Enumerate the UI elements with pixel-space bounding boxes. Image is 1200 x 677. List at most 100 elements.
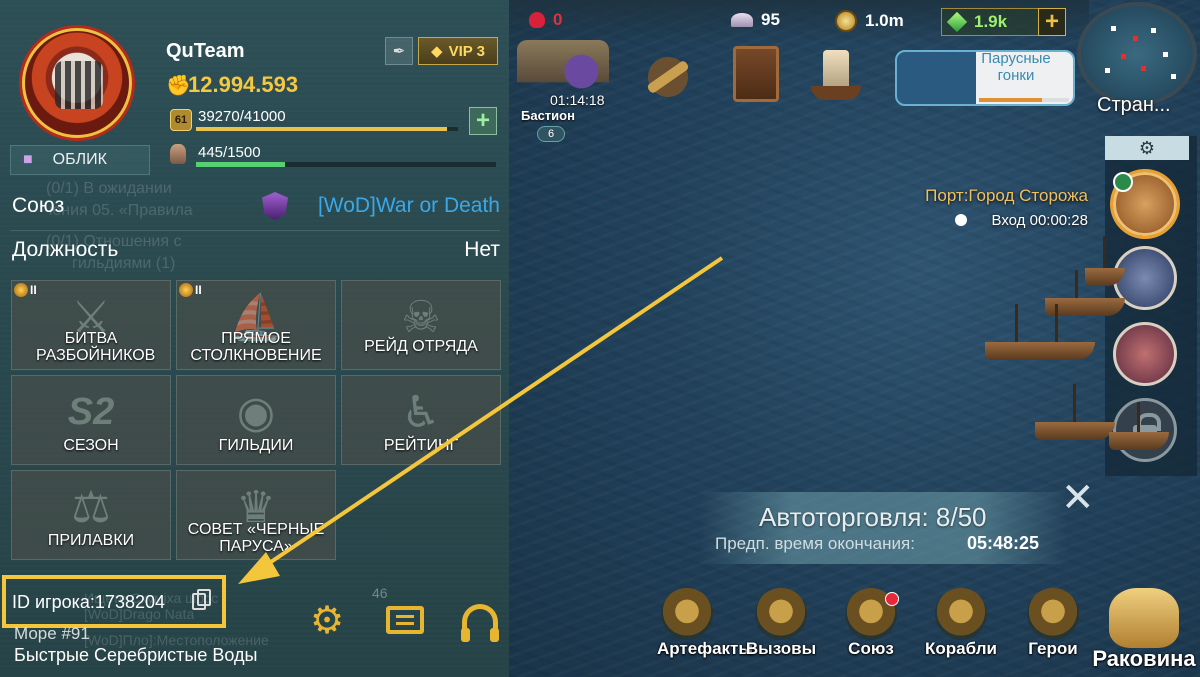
tile-guilds[interactable]: ◉ ГИЛЬДИИ — [176, 375, 336, 465]
tile-head-on-collision[interactable]: II ⛵ ПРЯМОЕ СТОЛКНОВЕНИЕ — [176, 280, 336, 370]
add-xp-button[interactable]: + — [469, 107, 497, 135]
clock-icon — [955, 214, 967, 226]
dock-heroes-button[interactable]: Герои — [1017, 588, 1089, 670]
port-name[interactable]: Порт:Город Сторожа — [925, 186, 1088, 206]
crew-icon — [170, 144, 186, 164]
tier-label: II — [30, 283, 37, 297]
ship[interactable] — [1085, 236, 1125, 286]
dock-label: Корабли — [925, 639, 997, 658]
dock-label: Артефакты — [657, 639, 753, 658]
autotrade-title: Автоторговля: 8/50 — [759, 502, 987, 532]
minimap-marker — [1163, 52, 1168, 57]
player-name: QuTeam — [166, 40, 245, 62]
crew-bar — [196, 162, 496, 167]
flag-icon — [1113, 172, 1133, 192]
minimap-marker — [1141, 66, 1146, 71]
minimap-marker — [1121, 54, 1126, 59]
compass-icon — [661, 588, 713, 640]
regatta-progress — [979, 98, 1069, 102]
skull-counter: 0 — [529, 10, 562, 30]
skull-value: 0 — [553, 10, 563, 29]
bastion-timer: 01:14:18 — [550, 92, 605, 108]
cannon-event-icon[interactable] — [637, 46, 699, 108]
xp-bar-fill — [196, 127, 447, 131]
dock-artifacts-button[interactable]: Артефакты — [651, 588, 753, 670]
fleet-settings-gear-icon[interactable]: ⚙ — [1105, 136, 1189, 160]
guild-icon: ◉ — [236, 387, 276, 437]
dock-challenges-button[interactable]: Вызовы — [745, 588, 817, 670]
dock-shells-button[interactable]: Раковина — [1089, 588, 1199, 670]
tile-label: БИТВА РАЗБОЙНИКОВ — [36, 330, 156, 364]
notice-board-icon[interactable] — [383, 598, 427, 642]
ship[interactable] — [985, 300, 1095, 360]
dock-label: Раковина — [1092, 646, 1196, 671]
port-entry-timer: Вход 00:00:28 — [991, 212, 1089, 229]
level-badge: 61 — [170, 109, 192, 131]
coin-value: 1.0m — [865, 11, 904, 30]
background-task-text: чения 05. «Правила — [44, 202, 193, 219]
minimap-marker — [1105, 68, 1110, 73]
close-icon[interactable]: ✕ — [1061, 478, 1095, 518]
skin-button[interactable]: ■ ОБЛИК — [10, 145, 150, 175]
notification-dot — [885, 592, 899, 606]
minimap-label: Стран... — [1097, 94, 1171, 116]
coin-icon — [835, 10, 857, 32]
copy-icon[interactable] — [192, 589, 211, 610]
avatar[interactable] — [22, 28, 132, 138]
vip-label: VIP 3 — [448, 42, 485, 60]
tile-season[interactable]: S2 СЕЗОН — [11, 375, 171, 465]
tile-label: ГИЛЬДИИ — [218, 437, 294, 454]
gem-value: 1.9k — [974, 12, 1008, 31]
location-name: Быстрые Серебристые Воды — [14, 645, 258, 665]
bastion-name: Бастион — [521, 108, 575, 123]
coin-counter[interactable]: 1.0m — [835, 10, 904, 32]
trophy-icon: ♿ — [401, 387, 441, 437]
gear-icon[interactable]: ⚙ — [305, 598, 349, 642]
sea-map[interactable]: 0 95 1.0m 1.9k + Стран... 01:14:18 Басти… — [509, 0, 1200, 677]
tile-label: СЕЗОН — [63, 437, 119, 454]
bastion-level: 6 — [537, 126, 565, 142]
shell-icon — [1109, 588, 1179, 648]
tile-bandit-battle[interactable]: II ⚔ БИТВА РАЗБОЙНИКОВ — [11, 280, 171, 370]
tile-label: ПРИЛАВКИ — [47, 532, 135, 549]
tile-black-sails-council[interactable]: ♛ СОВЕТ «ЧЕРНЫЕ ПАРУСА» — [176, 470, 336, 560]
alliance-emblem-icon — [262, 192, 288, 220]
ship[interactable] — [1035, 380, 1115, 440]
profile-panel: (0/1) В ожидании чения 05. «Правила (0/1… — [0, 0, 509, 677]
minimap[interactable] — [1077, 2, 1197, 106]
tile-stalls[interactable]: ⚖ ПРИЛАВКИ — [11, 470, 171, 560]
minimap-marker — [1151, 28, 1156, 33]
vip-badge[interactable]: ◆ VIP 3 — [418, 37, 498, 65]
alliance-label: Союз — [12, 194, 65, 217]
tile-label: ПРЯМОЕ СТОЛКНОВЕНИЕ — [190, 330, 322, 364]
add-gems-button[interactable]: + — [1038, 8, 1066, 36]
crew-value: 445/1500 — [198, 144, 261, 161]
book-event-icon[interactable] — [733, 46, 779, 102]
ship-event-icon[interactable] — [805, 46, 867, 108]
dock-ships-button[interactable]: Корабли — [925, 588, 997, 670]
gem-counter[interactable]: 1.9k + — [941, 8, 1066, 36]
shell-counter[interactable]: 95 — [731, 10, 780, 30]
ship[interactable] — [1109, 400, 1169, 450]
tile-squad-raid[interactable]: ☠ РЕЙД ОТРЯДА — [341, 280, 501, 370]
tile-label: СОВЕТ «ЧЕРНЫЕ ПАРУСА» — [187, 521, 325, 555]
tile-label: РЕЙТИНГ — [383, 437, 459, 454]
dock-label: Вызовы — [745, 639, 817, 658]
dock-label: Союз — [848, 639, 894, 658]
position-label: Должность — [12, 238, 119, 261]
fleet-slot-3[interactable] — [1113, 322, 1177, 386]
player-id: ID игрока:1738204 — [12, 592, 165, 612]
autotrade-eta: 05:48:25 — [967, 533, 1040, 553]
scales-icon: ⚖ — [71, 482, 111, 532]
edit-name-button[interactable]: ✒ — [385, 37, 413, 65]
power-value: 12.994.593 — [188, 72, 299, 97]
tile-rating[interactable]: ♿ РЕЙТИНГ — [341, 375, 501, 465]
tile-label: РЕЙД ОТРЯДА — [364, 338, 478, 355]
regatta-title: Парусные гонки — [981, 50, 1051, 84]
headset-icon[interactable] — [458, 598, 502, 642]
alliance-name-link[interactable]: [WoD]War or Death — [318, 194, 500, 218]
shirt-icon: ■ — [23, 151, 33, 168]
shell-icon — [731, 13, 753, 27]
skin-label: ОБЛИК — [52, 151, 107, 168]
skull-icon — [179, 283, 193, 297]
